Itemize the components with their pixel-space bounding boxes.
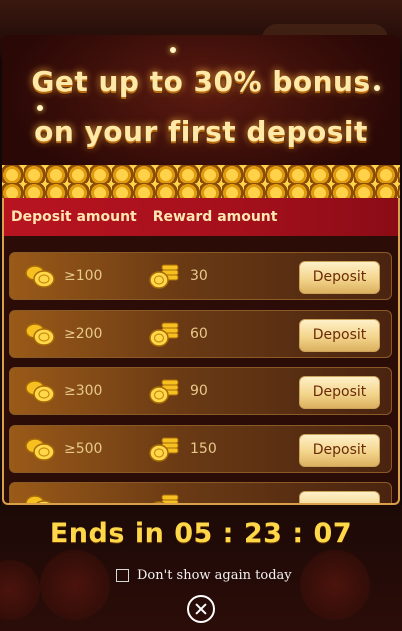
deposit-button[interactable]: Deposit [299,434,380,467]
gold-coin-stack-icon [25,323,55,346]
bonus-tier-row: ≥200 60 Deposit [9,310,392,358]
header-reward-amount: Reward amount [152,209,278,225]
gold-coin-stack-icon [25,380,55,403]
banner-title-line-2: on your first deposit [34,115,368,148]
reward-amount-value: 60 [190,326,208,342]
coin-pile-image [2,165,400,198]
close-icon[interactable] [187,595,215,623]
deposit-button[interactable]: Deposit [299,261,380,294]
countdown-timer: Ends in 05 : 23 : 07 [49,518,353,549]
deposit-amount-value: ≥500 [64,441,103,457]
deposit-bonus-modal: Get up to 30% bonus on your first deposi… [2,0,400,505]
bonus-tier-row: ≥300 90 Deposit [9,367,392,415]
deposit-button[interactable]: Deposit [299,376,380,409]
gold-coin-stack-icon [25,438,55,461]
reward-amount-value: 150 [190,441,217,457]
background-circle [40,550,110,620]
banner-title-line-1: Get up to 30% bonus [31,65,371,98]
reward-amount-value: 30 [190,268,208,284]
table-header: Deposit amount Reward amount [2,198,400,236]
gold-coin-stack-icon [149,379,179,404]
deposit-button[interactable]: Deposit [299,319,380,352]
dont-show-again-option[interactable]: Don't show again today [116,568,292,583]
gold-coin-stack-icon [149,437,179,462]
header-deposit-amount: Deposit amount [11,209,137,225]
gold-coin-stack-icon [25,495,54,505]
gold-coin-stack-icon [149,322,179,347]
deposit-amount-value: ≥100 [64,268,103,284]
dont-show-checkbox[interactable] [116,569,129,582]
deposit-button[interactable] [299,491,380,505]
gold-coin-stack-icon [149,264,179,289]
sparkle [37,105,43,111]
bonus-tier-row: ≥500 150 Deposit [9,425,392,473]
gold-coin-stack-icon [25,265,55,288]
bonus-tier-list[interactable]: ≥100 30 Deposit ≥200 60 Deposit ≥300 90 … [2,236,400,505]
deposit-amount-value: ≥300 [64,383,103,399]
promo-banner: Get up to 30% bonus on your first deposi… [2,35,400,198]
dont-show-label[interactable]: Don't show again today [137,568,292,583]
background-circle [300,550,370,620]
bonus-tier-row-partial [9,482,392,505]
bonus-tier-row: ≥100 30 Deposit [9,252,392,300]
sparkle [170,47,176,53]
deposit-amount-value: ≥200 [64,326,103,342]
gold-coin-stack-icon [150,494,179,505]
reward-amount-value: 90 [190,383,208,399]
